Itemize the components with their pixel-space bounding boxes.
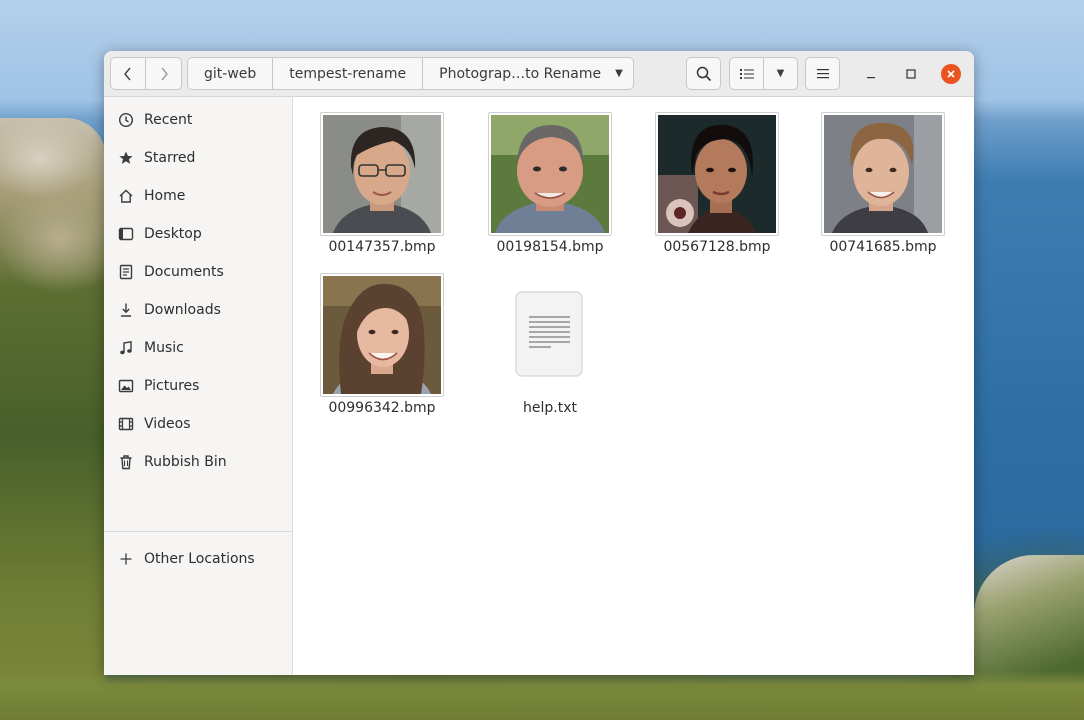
breadcrumb-label: Photograp…to Rename: [439, 65, 602, 82]
close-button[interactable]: [941, 64, 961, 84]
star-icon: [118, 150, 134, 166]
file-name: help.txt: [523, 400, 577, 416]
view-options-dropdown[interactable]: ▼: [764, 57, 798, 90]
close-icon: [947, 70, 955, 78]
maximize-icon: [906, 69, 916, 79]
sidebar-item-label: Home: [144, 188, 186, 204]
sidebar-item-videos[interactable]: Videos: [104, 406, 292, 442]
file-name: 00147357.bmp: [328, 239, 436, 255]
sidebar-item-home[interactable]: Home: [104, 178, 292, 214]
home-icon: [118, 188, 134, 204]
breadcrumb-current-folder[interactable]: Photograp…to Rename ▼: [423, 57, 634, 90]
minimize-icon: [867, 77, 875, 79]
dropdown-arrow-icon: ▼: [776, 68, 785, 79]
chevron-left-icon: [124, 67, 131, 80]
file-item[interactable]: 00567128.bmp: [642, 112, 792, 255]
sidebar-item-pictures[interactable]: Pictures: [104, 368, 292, 404]
breadcrumb: git-web tempest-rename Photograp…to Rena…: [187, 57, 634, 90]
sidebar-item-label: Other Locations: [144, 551, 255, 567]
sidebar-divider: [104, 531, 292, 532]
download-icon: [118, 302, 134, 318]
sidebar-item-label: Recent: [144, 112, 193, 128]
file-name: 00198154.bmp: [496, 239, 604, 255]
breadcrumb-tempest-rename[interactable]: tempest-rename: [273, 57, 424, 90]
view-options-group: ▼: [729, 57, 798, 90]
wallpaper-cliff: [0, 118, 106, 720]
sidebar-item-desktop[interactable]: Desktop: [104, 216, 292, 252]
breadcrumb-label: tempest-rename: [289, 65, 407, 82]
document-icon: [118, 264, 134, 280]
file-item[interactable]: 00147357.bmp: [307, 112, 457, 255]
breadcrumb-git-web[interactable]: git-web: [187, 57, 274, 90]
maximize-button[interactable]: [901, 64, 921, 84]
file-manager-window: git-web tempest-rename Photograp…to Rena…: [104, 51, 974, 675]
sidebar-item-recent[interactable]: Recent: [104, 102, 292, 138]
sidebar-item-label: Videos: [144, 416, 191, 432]
file-item[interactable]: 00741685.bmp: [808, 112, 958, 255]
sidebar-item-documents[interactable]: Documents: [104, 254, 292, 290]
plus-icon: [118, 551, 134, 567]
navigation-buttons: [110, 57, 182, 90]
menu-group: [805, 57, 840, 90]
sidebar-item-label: Rubbish Bin: [144, 454, 227, 470]
menu-button[interactable]: [805, 57, 840, 90]
picture-icon: [118, 378, 134, 394]
sidebar-item-music[interactable]: Music: [104, 330, 292, 366]
sidebar-item-label: Documents: [144, 264, 224, 280]
sidebar-item-starred[interactable]: Starred: [104, 140, 292, 176]
sidebar-item-label: Pictures: [144, 378, 200, 394]
header-bar: git-web tempest-rename Photograp…to Rena…: [104, 51, 974, 97]
sidebar-item-label: Downloads: [144, 302, 221, 318]
video-icon: [118, 416, 134, 432]
file-item[interactable]: help.txt: [475, 273, 625, 416]
list-view-icon: [739, 68, 754, 79]
dropdown-arrow-icon: ▼: [615, 68, 623, 79]
sidebar-item-rubbish-bin[interactable]: Rubbish Bin: [104, 444, 292, 480]
file-view: 00147357.bmp 00198154.bmp 00567128.bmp 0…: [293, 97, 974, 675]
sidebar-item-label: Music: [144, 340, 184, 356]
list-view-button[interactable]: [729, 57, 764, 90]
sidebar-item-label: Starred: [144, 150, 196, 166]
text-file-icon: [488, 273, 612, 397]
music-icon: [118, 340, 134, 356]
back-button[interactable]: [110, 57, 146, 90]
search-button[interactable]: [686, 57, 721, 90]
desktop-icon: [118, 226, 134, 242]
places-sidebar: Recent Starred Home Desktop Documents Do…: [104, 97, 293, 675]
image-thumbnail: [821, 112, 945, 236]
breadcrumb-label: git-web: [204, 65, 257, 82]
image-thumbnail: [488, 112, 612, 236]
sidebar-item-downloads[interactable]: Downloads: [104, 292, 292, 328]
trash-icon: [118, 454, 134, 470]
image-thumbnail: [320, 273, 444, 397]
file-name: 00567128.bmp: [663, 239, 771, 255]
hamburger-menu-icon: [816, 69, 829, 79]
file-item[interactable]: 00996342.bmp: [307, 273, 457, 416]
forward-button[interactable]: [146, 57, 182, 90]
search-group: [686, 57, 721, 90]
image-thumbnail: [320, 112, 444, 236]
search-icon: [696, 66, 711, 81]
sidebar-item-other-locations[interactable]: Other Locations: [104, 541, 292, 577]
file-item[interactable]: 00198154.bmp: [475, 112, 625, 255]
sidebar-item-label: Desktop: [144, 226, 202, 242]
file-name: 00996342.bmp: [328, 400, 436, 416]
chevron-right-icon: [160, 67, 168, 80]
wallpaper-foreground: [0, 670, 1084, 720]
clock-icon: [118, 112, 134, 128]
image-thumbnail: [655, 112, 779, 236]
file-name: 00741685.bmp: [829, 239, 937, 255]
minimize-button[interactable]: [861, 64, 881, 84]
